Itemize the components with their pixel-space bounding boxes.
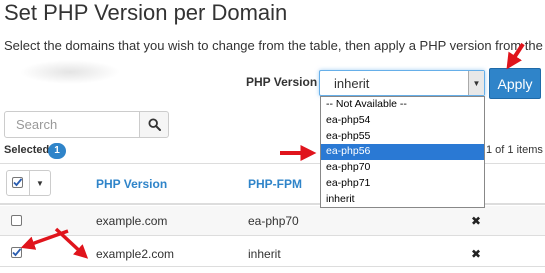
php-version-cell: ea-php70 — [248, 214, 299, 228]
caret-down-icon: ▼ — [36, 178, 44, 188]
php-version-label: PHP Version — [246, 75, 318, 89]
select-all-checkbox-group[interactable] — [6, 170, 30, 196]
dropdown-option[interactable]: -- Not Available -- — [321, 97, 484, 113]
checkmark-icon — [13, 178, 23, 187]
selected-count-badge: 1 — [48, 143, 66, 159]
pagination-info: 1 of 1 items — [486, 144, 543, 156]
close-icon: ✖ — [471, 214, 482, 228]
column-header-php-version[interactable]: PHP Version — [96, 177, 167, 191]
blurred-area — [20, 60, 120, 84]
php-version-cell: inherit — [248, 247, 281, 261]
dropdown-option[interactable]: ea-php54 — [321, 113, 484, 129]
row-checkbox[interactable] — [11, 247, 22, 258]
search-button[interactable] — [139, 111, 169, 138]
domain-cell: example2.com — [96, 247, 175, 261]
search-icon — [147, 118, 161, 131]
checkmark-icon — [12, 248, 22, 257]
page-title: Set PHP Version per Domain — [4, 0, 288, 25]
domain-cell: example.com — [96, 214, 168, 228]
page-description: Select the domains that you wish to chan… — [4, 38, 545, 53]
column-header-php-fpm[interactable]: PHP-FPM — [248, 177, 302, 191]
table-row: example2.com inherit ✖ — [0, 237, 545, 267]
php-version-selected-value: inherit — [334, 76, 370, 91]
php-version-select[interactable]: inherit ▼ — [319, 70, 485, 96]
php-version-dropdown[interactable]: -- Not Available -- ea-php54 ea-php55 ea… — [320, 96, 485, 208]
dropdown-option-highlighted[interactable]: ea-php56 — [321, 144, 484, 161]
apply-button[interactable]: Apply — [489, 68, 541, 99]
select-all-checkbox[interactable] — [12, 177, 23, 188]
caret-down-icon[interactable]: ▼ — [468, 71, 484, 95]
dropdown-option[interactable]: inherit — [321, 192, 484, 208]
close-icon: ✖ — [471, 247, 482, 261]
select-menu-caret[interactable]: ▼ — [29, 170, 51, 196]
dropdown-option[interactable]: ea-php55 — [321, 129, 484, 145]
search-input[interactable] — [4, 111, 140, 138]
row-checkbox[interactable] — [11, 215, 22, 226]
table-row: example.com ea-php70 ✖ — [0, 206, 545, 236]
selected-label: Selected — [4, 144, 50, 156]
dropdown-option[interactable]: ea-php70 — [321, 160, 484, 176]
dropdown-option[interactable]: ea-php71 — [321, 176, 484, 192]
